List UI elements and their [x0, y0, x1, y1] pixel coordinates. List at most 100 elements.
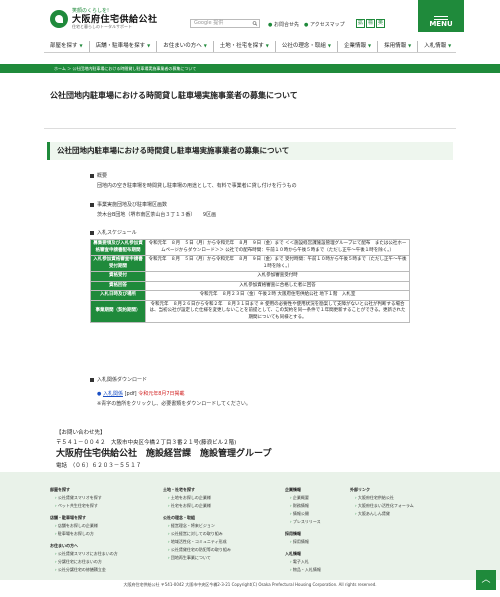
chevron-down-icon: ▼: [367, 43, 372, 48]
logo-icon: [50, 10, 68, 29]
footer-link[interactable]: 社宅をお探しの企業様: [163, 502, 231, 510]
back-to-top-button[interactable]: ︿: [476, 570, 496, 590]
file-format: [pdf]: [124, 391, 137, 397]
font-size-normal-button[interactable]: 標: [366, 19, 375, 28]
global-nav: 部屋を探す ▼ 店舗・駐車場を探す ▼ お住まいの方へ ▼ 土地・社宅を探す ▼ 公社の…: [44, 41, 456, 53]
overview-heading: 概要: [97, 173, 108, 179]
footer-link[interactable]: 大阪あんしん賃貸: [350, 510, 414, 518]
target-heading: 事業実施団地及び駐車場区画数: [97, 202, 168, 208]
nav-item-rooms[interactable]: 部屋を探す ▼: [44, 41, 90, 52]
schedule-heading: 入札スケジュール: [97, 230, 137, 236]
square-bullet-icon: [90, 173, 94, 178]
overview-block: 概要 団地内の空き駐車場を時間貸し駐車場の用途として、有料で事業者に貸し付けを行…: [90, 171, 297, 191]
row-label: 募集要領及び入札参加資格審査申請書配布期間: [90, 239, 146, 256]
contact-address: 〒５４１－００４２ 大阪市中央区今橋２丁目３番２１号(藤浪ビル２階): [56, 440, 237, 446]
footer-link[interactable]: ペット共生住宅を探す: [50, 502, 118, 510]
chevron-down-icon: ▼: [408, 43, 412, 48]
row-label: 入札日時及び場所: [90, 290, 146, 301]
divider: [44, 128, 456, 129]
contact-org: 大阪府住宅供給公社 施設経営課 施設管理グループ: [56, 449, 272, 459]
table-row: 募集要領及び入札参加資格審査申請書配布期間 令和元年 ８月 ５日（月）から令和元年…: [90, 239, 410, 256]
font-size-large-button[interactable]: 拡: [356, 19, 365, 28]
nav-item-company[interactable]: 企業情報 ▼: [338, 41, 379, 52]
footer-link[interactable]: 公社賃貸スマリオを探す: [50, 494, 118, 502]
nav-item-residents[interactable]: お住まいの方へ ▼: [157, 41, 214, 52]
util-link-access[interactable]: ● アクセスマップ: [304, 21, 345, 28]
nav-item-philosophy[interactable]: 公社の理念・取組 ▼: [276, 41, 338, 52]
footer-col-rooms: 部屋を探す 公社賃貸スマリオを探す ペット共生住宅を探す 店舗・駐車場を探す 店…: [50, 486, 118, 574]
page-title: 公社団地内駐車場における時間貸し駐車場実施事業者の募集について: [50, 91, 298, 100]
footer-link[interactable]: 団地再生事業について: [163, 554, 231, 562]
footer-link[interactable]: 採用情報: [285, 538, 321, 546]
table-row: 資格回答 入札参加資格審査に合格した者に回答: [90, 280, 410, 291]
nav-item-bids[interactable]: 入札情報 ▼: [418, 41, 457, 52]
nav-item-shops[interactable]: 店舗・駐車場を探す ▼: [90, 41, 158, 52]
row-label: 事業期間（契約期間）: [90, 299, 146, 323]
square-bullet-icon: [90, 202, 94, 207]
footer-link[interactable]: 大阪府住まい活性化フォーラム: [350, 502, 414, 510]
row-value: 令和元年 ８月２３日（金）午後２時 大阪府住宅供給公社 地下１階 入札室: [145, 290, 410, 301]
chevron-down-icon: ▼: [79, 43, 83, 48]
row-label: 資格受付: [90, 271, 146, 282]
nav-item-land[interactable]: 土地・社宅を探す ▼: [214, 41, 276, 52]
contact-block: 【お問い合わせ先】 〒５４１－００４２ 大阪市中央区今橋２丁目３番２１号(藤浪ビ…: [56, 428, 271, 471]
footer-col-land: 土地・社宅を探す 土地をお探しの企業様 社宅をお探しの企業様 公社の理念・取組 …: [163, 486, 231, 562]
logo-subtitle: 住宅と暮らしのトータルサポート: [72, 24, 132, 30]
footer-link[interactable]: 財務情報: [285, 502, 321, 510]
footer-link[interactable]: 地域活性化・コミュニティ形成: [163, 538, 231, 546]
footer-link[interactable]: 物品・入札情報: [285, 566, 321, 574]
footer-link[interactable]: プレスリリース: [285, 518, 321, 526]
chevron-down-icon: ▼: [203, 43, 207, 48]
nav-item-recruit[interactable]: 採用情報 ▼: [378, 41, 419, 52]
search-icon[interactable]: [252, 21, 258, 26]
footer-link[interactable]: 大阪府住宅供給公社: [350, 494, 414, 502]
menu-button[interactable]: MENU: [418, 0, 464, 32]
footer-link[interactable]: 公社賃貸スマリオにお住まいの方: [50, 550, 118, 558]
footer-link[interactable]: 公社経営に対しての取り組み: [163, 530, 231, 538]
footer-link[interactable]: 公社賃貸住宅の防犯等の取り組み: [163, 546, 231, 554]
table-row: 事業期間（契約期間） 令和元年 ８月２６日から令和２年 ８月３１日まで ※ 使用の…: [90, 299, 410, 323]
language-english-button[interactable]: 英: [376, 19, 385, 28]
row-value: 令和元年 ８月 ５日（月）から令和元年 ８月 ９日（金）まで 受付時間：午前１０…: [145, 255, 410, 272]
table-row: 入札参加資格審査申請書受付期間 令和元年 ８月 ５日（月）から令和元年 ８月 ９日…: [90, 255, 410, 272]
search-input[interactable]: Google 提供: [190, 19, 260, 28]
square-bullet-icon: [90, 377, 94, 382]
footer-link[interactable]: 駐車場をお探しの方: [50, 530, 118, 538]
row-value: 入札参加資格審査に合格した者に回答: [145, 280, 410, 291]
row-label: 入札参加資格審査申請書受付期間: [90, 255, 146, 272]
search-placeholder: Google 提供: [194, 20, 224, 26]
footer-link[interactable]: 情報公開: [285, 510, 321, 518]
menu-label: MENU: [429, 20, 453, 28]
footer-col-external: 外部リンク 大阪府住宅供給公社 大阪府住まい活性化フォーラム 大阪あんしん賃貸: [350, 486, 414, 518]
row-value: 令和元年 ８月２６日から令和２年 ８月３１日まで ※ 使用の必要性や使用状況を勘…: [145, 299, 410, 323]
schedule-table: 募集要領及び入札参加資格審査申請書配布期間 令和元年 ８月 ５日（月）から令和元年…: [90, 239, 410, 323]
posted-date: 令和元年8月7日掲載: [138, 391, 185, 397]
overview-text: 団地内の空き駐車場を時間貸し駐車場の用途として、有料で事業者に貸し付けを行うもの: [97, 183, 297, 189]
contact-heading: 【お問い合わせ先】: [56, 430, 106, 436]
copyright: 大阪府住宅供給公社 〒541-0042 大阪市中央区今橋2-3-21 Copyr…: [123, 582, 377, 587]
download-note: ※青字の箇所をクリックし、必要書類をダウンロードしてください。: [97, 401, 251, 407]
footer-link[interactable]: 分譲住宅にお住まいの方: [50, 558, 118, 566]
chevron-down-icon: ▼: [448, 43, 452, 48]
footer-link[interactable]: 経営理念・将来ビジョン: [163, 522, 231, 530]
footer-link[interactable]: 土地をお探しの企業様: [163, 494, 231, 502]
site-header: 笑顔のくらしを! 大阪府住宅供給公社 住宅と暮らしのトータルサポート Googl…: [0, 0, 500, 40]
breadcrumb[interactable]: ホーム ＞ 公社団地内駐車場における時間貸し駐車場実施事業者の募集について: [0, 64, 500, 73]
chevron-down-icon: ▼: [265, 43, 269, 48]
section-title: 公社団地内駐車場における時間貸し駐車場実施事業者の募集について: [47, 142, 453, 160]
download-block: 入札関係ダウンロード ● 入札関係 [pdf] 令和元年8月7日掲載 ※青字の箇…: [90, 375, 251, 409]
target-block: 事業実施団地及び駐車場区画数 茨木台B団地（堺市南区茶山台３丁１３番） 9区画: [90, 200, 216, 220]
footer-link[interactable]: 店舗をお探しの企業様: [50, 522, 118, 530]
square-bullet-icon: [90, 230, 94, 235]
site-logo[interactable]: 笑顔のくらしを! 大阪府住宅供給公社 住宅と暮らしのトータルサポート: [50, 8, 158, 30]
footer-link[interactable]: 電子入札: [285, 558, 321, 566]
site-footer: 部屋を探す 公社賃貸スマリオを探す ペット共生住宅を探す 店舗・駐車場を探す 店…: [0, 472, 500, 580]
download-link[interactable]: 入札関係: [103, 391, 123, 397]
footer-link[interactable]: 公社分譲住宅の修繕積立金: [50, 566, 118, 574]
contact-tel: 電話 （０６）６２０３－５５１７: [56, 463, 142, 469]
footer-link[interactable]: 企業概要: [285, 494, 321, 502]
chevron-up-icon: ︿: [481, 575, 491, 585]
util-link-contact[interactable]: ● お問合せ先: [268, 21, 299, 28]
row-value: 入札参加審査受付時: [145, 271, 410, 282]
target-text: 茨木台B団地（堺市南区茶山台３丁１３番） 9区画: [97, 212, 217, 218]
